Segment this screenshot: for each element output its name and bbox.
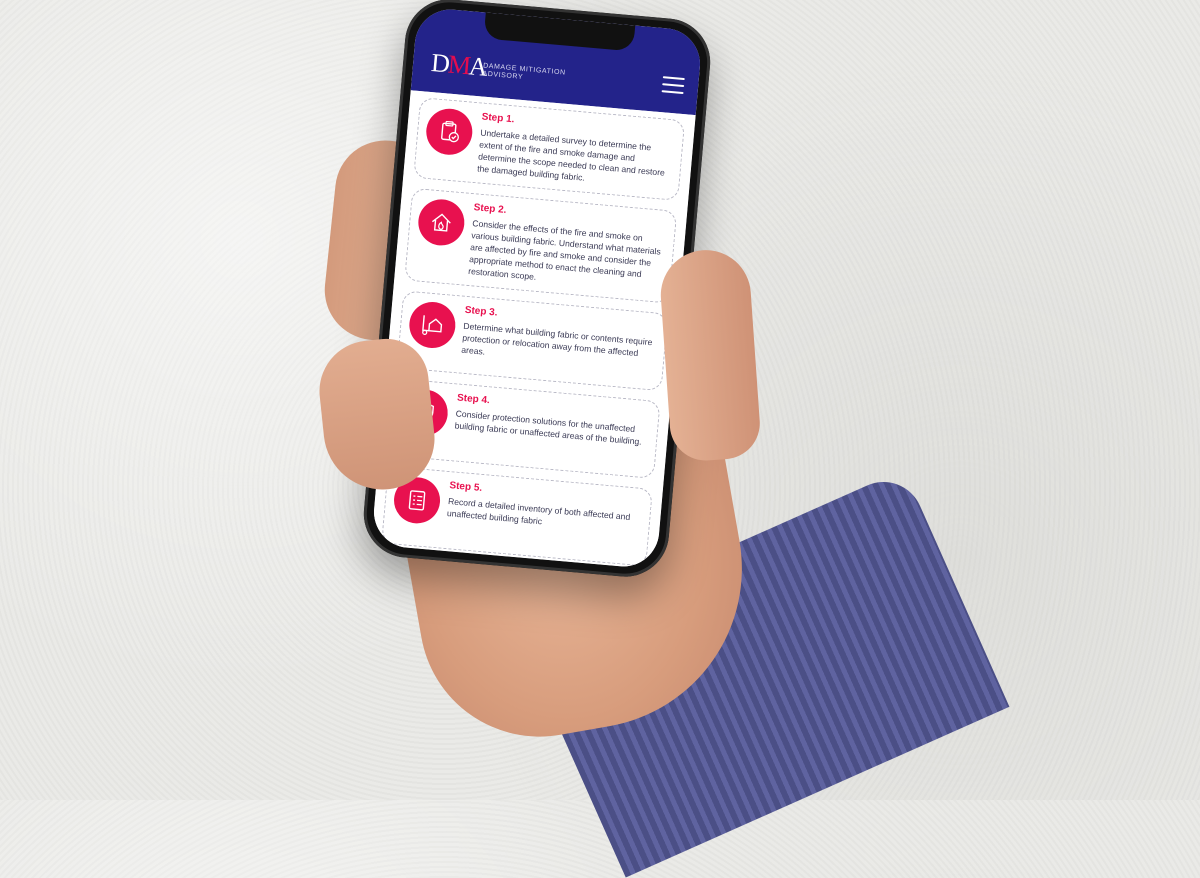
logo-tagline: DAMAGE MITIGATION ADVISORY [482,62,566,85]
logo-letter-m: M [446,49,471,81]
step-card-3: Step 3. Determine what building fabric o… [396,290,669,392]
step-card-1: Step 1. Undertake a detailed survey to d… [413,97,686,201]
menu-bar [662,76,685,81]
house-fire-icon [416,197,467,248]
hand-truck-house-icon [407,300,458,350]
step-card-2: Step 2. Consider the effects of the fire… [404,187,678,304]
menu-bar [662,83,685,88]
step-text: Consider the effects of the fire and smo… [467,218,662,282]
clipboard-check-icon [424,106,475,157]
menu-bar [661,90,684,95]
dma-logo[interactable]: DMA [430,48,487,83]
steps-list: Step 1. Undertake a detailed survey to d… [371,90,696,570]
hamburger-menu-icon[interactable] [661,76,685,95]
phone-screen: DMA DAMAGE MITIGATION ADVISORY Step 1. U… [371,6,703,570]
photo-scene: DMA DAMAGE MITIGATION ADVISORY Step 1. U… [0,0,1200,878]
step-card-5: Step 5. Record a detailed inventory of b… [381,465,653,567]
hand-thumb [314,334,440,496]
hand-finger-right [657,247,763,463]
